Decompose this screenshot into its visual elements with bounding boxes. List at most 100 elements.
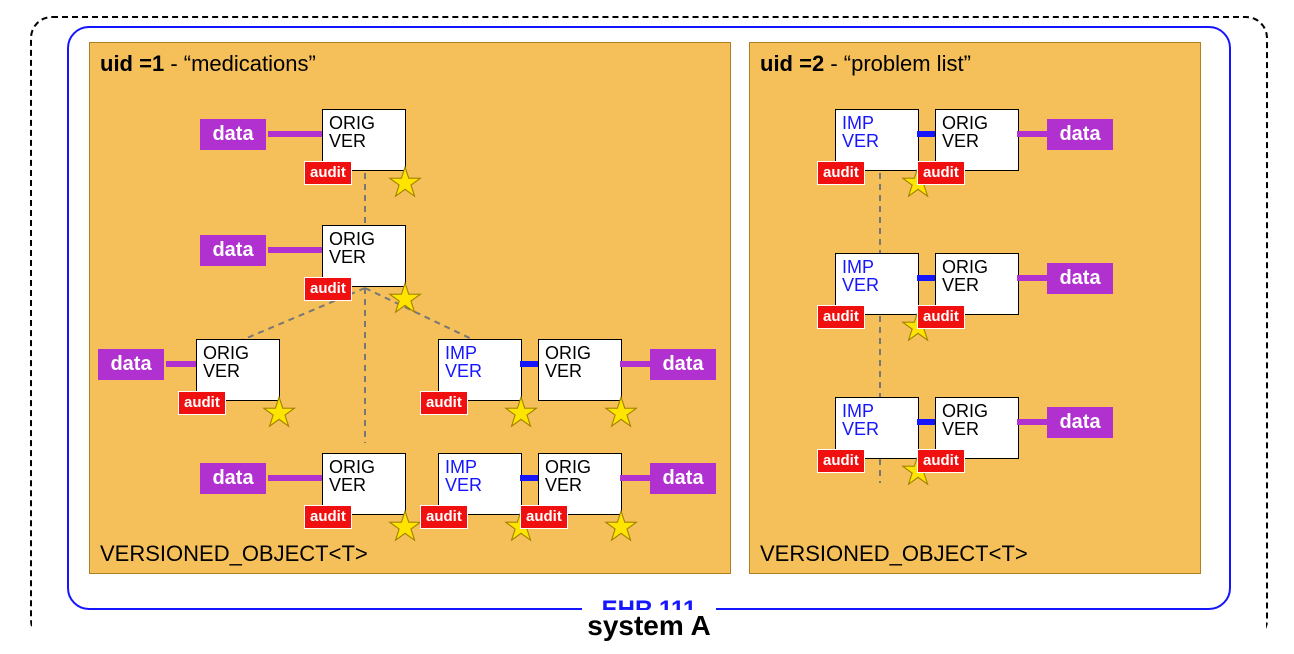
versioned-object-right: uid =2 - “problem list” IMP VER audit ★ … xyxy=(749,42,1201,574)
data-tag: data xyxy=(1047,407,1113,438)
imp-l1: IMP xyxy=(445,457,477,477)
imp-l2: VER xyxy=(842,131,879,151)
orig-ver-node: ORIG VER audit ★ xyxy=(322,109,406,171)
star-icon: ★ xyxy=(603,404,639,422)
audit-badge: audit xyxy=(521,506,567,528)
connector xyxy=(268,131,323,137)
data-tag: data xyxy=(650,463,716,494)
audit-badge: audit xyxy=(918,450,964,472)
orig-l2: VER xyxy=(545,361,582,381)
data-tag: data xyxy=(650,349,716,380)
connector-blue xyxy=(917,419,935,425)
connector xyxy=(1017,131,1047,137)
orig-l1: ORIG xyxy=(329,229,375,249)
orig-l1: ORIG xyxy=(942,257,988,277)
imp-ver-node: IMP VER audit ★ xyxy=(835,253,919,315)
data-tag: data xyxy=(1047,119,1113,150)
orig-l1: ORIG xyxy=(545,457,591,477)
audit-badge: audit xyxy=(305,162,351,184)
versioned-object-left: uid =1 - “medications” data ORIG VER aud… xyxy=(89,42,731,574)
vo-right-name: “problem list” xyxy=(844,51,971,76)
imp-ver-node: IMP VER audit ★ xyxy=(835,397,919,459)
orig-l2: VER xyxy=(942,131,979,151)
audit-badge: audit xyxy=(918,162,964,184)
orig-ver-node: ORIG VER ★ xyxy=(538,339,622,401)
data-tag: data xyxy=(200,235,266,266)
data-tag: data xyxy=(98,349,164,380)
imp-l1: IMP xyxy=(445,343,477,363)
connector-blue xyxy=(520,361,538,367)
vo-footer-left: VERSIONED_OBJECT<T> xyxy=(100,541,368,567)
connector xyxy=(1017,419,1047,425)
uid-value: 2 xyxy=(812,51,824,76)
uid-value: 1 xyxy=(152,51,164,76)
audit-badge: audit xyxy=(818,450,864,472)
star-icon: ★ xyxy=(603,518,639,536)
uid-prefix: uid = xyxy=(760,51,812,76)
orig-ver-node: ORIG VER audit xyxy=(935,397,1019,459)
data-tag: data xyxy=(200,463,266,494)
orig-l1: ORIG xyxy=(545,343,591,363)
imp-l1: IMP xyxy=(842,113,874,133)
system-label: system A xyxy=(32,610,1266,642)
orig-ver-node: ORIG VER audit ★ xyxy=(322,225,406,287)
imp-ver-node: IMP VER audit ★ xyxy=(835,109,919,171)
connector xyxy=(620,475,650,481)
connector xyxy=(268,247,323,253)
orig-l1: ORIG xyxy=(942,113,988,133)
audit-badge: audit xyxy=(918,306,964,328)
orig-l2: VER xyxy=(329,475,366,495)
audit-badge: audit xyxy=(421,506,467,528)
audit-badge: audit xyxy=(818,162,864,184)
system-a-box: uid =1 - “medications” data ORIG VER aud… xyxy=(30,16,1268,642)
audit-badge: audit xyxy=(179,392,225,414)
imp-l2: VER xyxy=(842,275,879,295)
star-icon: ★ xyxy=(387,174,423,192)
orig-l2: VER xyxy=(329,131,366,151)
audit-badge: audit xyxy=(818,306,864,328)
orig-ver-node: ORIG VER audit xyxy=(935,253,1019,315)
orig-l2: VER xyxy=(329,247,366,267)
orig-ver-node: ORIG VER audit ★ xyxy=(322,453,406,515)
orig-l1: ORIG xyxy=(203,343,249,363)
connector xyxy=(268,475,323,481)
imp-l2: VER xyxy=(842,419,879,439)
star-icon: ★ xyxy=(261,404,297,422)
audit-badge: audit xyxy=(421,392,467,414)
audit-badge: audit xyxy=(305,506,351,528)
orig-ver-node: ORIG VER audit ★ xyxy=(538,453,622,515)
ehr-box: uid =1 - “medications” data ORIG VER aud… xyxy=(67,26,1231,610)
imp-ver-node: IMP VER audit ★ xyxy=(438,339,522,401)
orig-ver-node: ORIG VER audit ★ xyxy=(196,339,280,401)
imp-ver-node: IMP VER audit ★ xyxy=(438,453,522,515)
orig-l1: ORIG xyxy=(329,113,375,133)
connector-blue xyxy=(917,131,935,137)
star-icon: ★ xyxy=(387,518,423,536)
orig-l2: VER xyxy=(545,475,582,495)
orig-l1: ORIG xyxy=(329,457,375,477)
orig-ver-node: ORIG VER audit xyxy=(935,109,1019,171)
orig-l1: ORIG xyxy=(942,401,988,421)
vo-left-name: “medications” xyxy=(184,51,316,76)
connector xyxy=(166,361,196,367)
star-icon: ★ xyxy=(387,290,423,308)
connector xyxy=(620,361,650,367)
connector xyxy=(1017,275,1047,281)
data-tag: data xyxy=(200,119,266,150)
imp-l2: VER xyxy=(445,361,482,381)
vo-right-title: uid =2 - “problem list” xyxy=(750,43,1200,85)
orig-l2: VER xyxy=(942,419,979,439)
vo-left-title: uid =1 - “medications” xyxy=(90,43,730,85)
vo-footer-right: VERSIONED_OBJECT<T> xyxy=(760,541,1028,567)
orig-l2: VER xyxy=(203,361,240,381)
imp-l1: IMP xyxy=(842,401,874,421)
audit-badge: audit xyxy=(305,278,351,300)
uid-prefix: uid = xyxy=(100,51,152,76)
imp-l1: IMP xyxy=(842,257,874,277)
orig-l2: VER xyxy=(942,275,979,295)
imp-l2: VER xyxy=(445,475,482,495)
connector-blue xyxy=(917,275,935,281)
data-tag: data xyxy=(1047,263,1113,294)
connector-blue xyxy=(520,475,538,481)
star-icon: ★ xyxy=(503,404,539,422)
